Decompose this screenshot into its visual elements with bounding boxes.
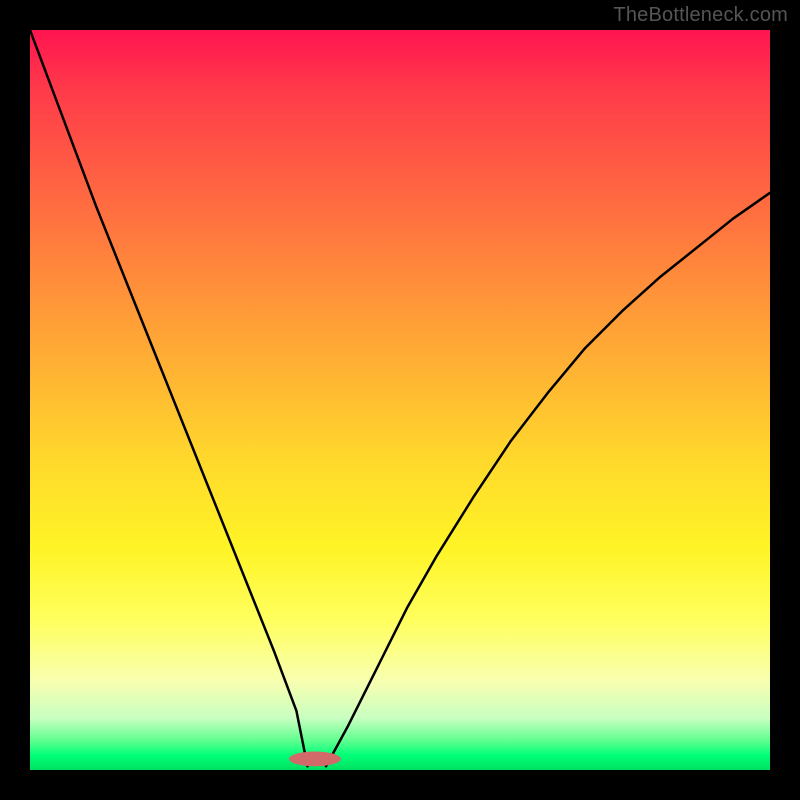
watermark-text: TheBottleneck.com xyxy=(613,4,788,27)
bottleneck-marker xyxy=(289,752,341,767)
chart-frame xyxy=(30,30,770,770)
right-curve xyxy=(326,193,770,767)
left-curve xyxy=(30,30,308,766)
chart-svg xyxy=(30,30,770,770)
